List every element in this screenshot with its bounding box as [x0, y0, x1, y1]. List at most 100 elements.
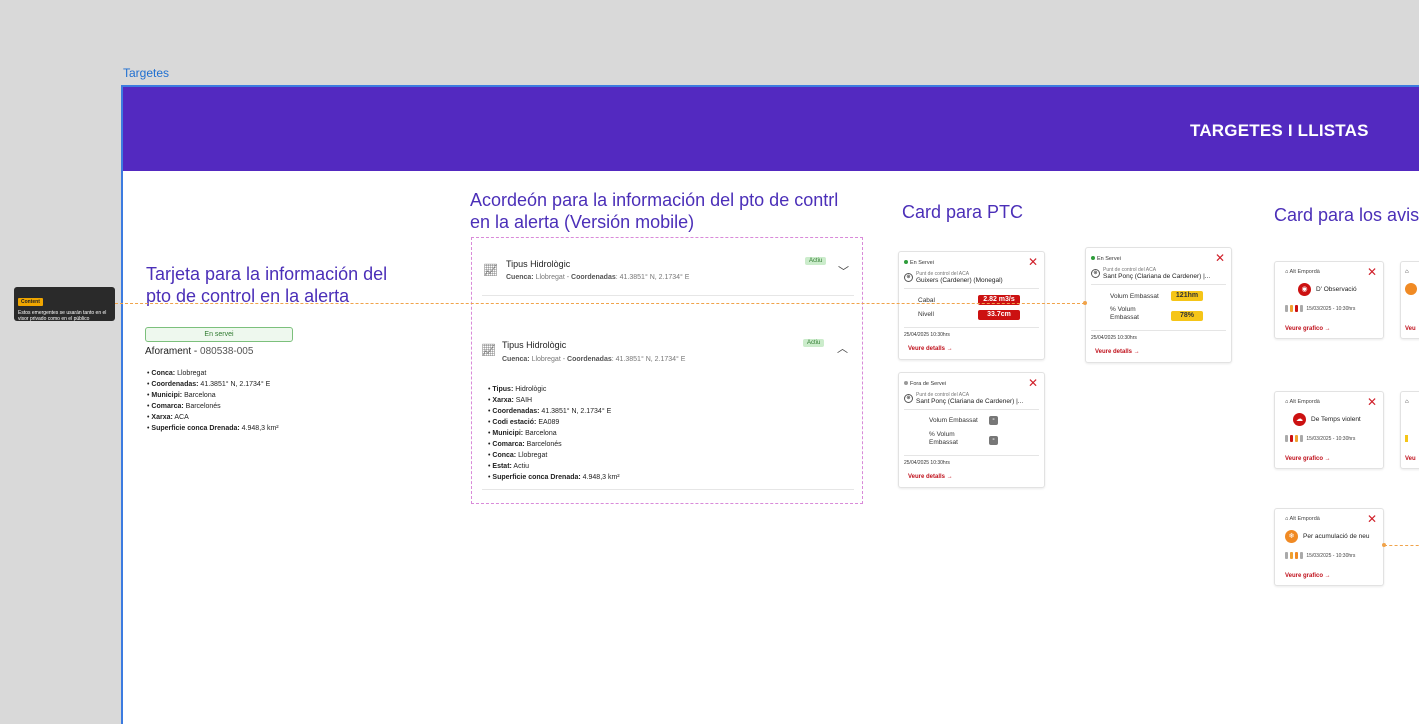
list-item-key: Xarxa: [492, 397, 514, 404]
list-item-value: Actiu [513, 463, 529, 470]
list-item: Comarca: Barcelonés [147, 401, 279, 412]
conca-value: Llobregat [531, 356, 561, 363]
list-item-key: Conca: [492, 452, 517, 459]
divider [1091, 330, 1226, 331]
divider [1091, 284, 1226, 285]
row-label: % Volum Embassat [1110, 306, 1139, 321]
list-item-value: Llobregat [177, 370, 207, 377]
list-item: Superficie conca Drenada: 4.948,3 km² [488, 472, 620, 483]
conca-label: Cuenca: [506, 274, 534, 281]
details-link[interactable]: Veure detalls → [908, 474, 953, 480]
list-item: Municipi: Barcelona [147, 390, 279, 401]
avis-type: ☁ De Temps violent [1293, 413, 1361, 426]
list-item-value: Barcelona [184, 392, 216, 399]
list-item-value: 4.948,3 km² [582, 474, 620, 481]
list-item-value: Barcelonés [185, 403, 221, 410]
divider [904, 455, 1039, 456]
frame-label[interactable]: Targetes [123, 66, 169, 80]
ptc-icon: ⊕ [1091, 269, 1100, 278]
list-item-key: Comarca: [151, 403, 184, 410]
accordion-container: 📈︎ Tipus Hidrològic Cuenca: Llobregat - … [471, 237, 863, 504]
close-icon[interactable]: ✕ [1215, 252, 1225, 264]
avis-icon [1405, 283, 1417, 295]
avis-type: ◉ D' Observació [1298, 283, 1357, 296]
chart-line-icon: 📈︎ [481, 343, 497, 357]
accordion-detail-list: Tipus: HidrològicXarxa: SAIHCoordenadas:… [488, 384, 620, 483]
list-item: Conca: Llobregat [147, 368, 279, 379]
row-label: Volum Embassat [1110, 293, 1159, 300]
details-link-label: Veure detalls [1095, 349, 1133, 355]
avis-card-peek[interactable]: ⌂ Veu [1400, 391, 1419, 469]
details-link[interactable]: Veure detalls → [908, 346, 953, 352]
close-icon[interactable]: ✕ [1367, 513, 1377, 525]
ptc-card-fora-servei[interactable]: Fora de Servei ✕ ⊕ Punt de control del A… [898, 372, 1045, 488]
accordion-title: Tipus Hidrològic [502, 340, 567, 350]
avis-date: 15/03/2025 - 10:30hrs [1306, 305, 1356, 312]
avis-card-temps-violent[interactable]: Alt Empordà ✕ ☁ De Temps violent 15/03/20… [1274, 391, 1384, 469]
avis-card-observacio[interactable]: Alt Empordà ✕ ◉ D' Observació 15/03/2025 … [1274, 261, 1384, 339]
list-item: Coordenadas: 41.3851° N, 2.1734° E [488, 406, 620, 417]
list-item: Comarca: Barcelonés [488, 439, 620, 450]
status-label: Fora de Servei [904, 381, 946, 387]
connector-dot [1083, 301, 1087, 305]
avis-type-text: D' Observació [1316, 286, 1357, 294]
level-bars: 15/03/2025 - 10:30hrs [1285, 305, 1355, 312]
list-item-key: Comarca: [492, 441, 525, 448]
row-label: Nivell [918, 311, 934, 318]
avis-date: 15/03/2025 - 10:30hrs [1306, 552, 1356, 559]
close-icon[interactable]: ✕ [1028, 377, 1038, 389]
artboard-frame: TARGETES I LLISTAS Tarjeta para la infor… [121, 85, 1419, 724]
accordion-subtitle: Cuenca: Llobregat - Coordenadas: 41.3851… [506, 274, 690, 281]
list-item-key: Conca: [151, 370, 176, 377]
avis-card-neu[interactable]: Alt Empordà ✕ ❄ Per acumulació de neu 15/… [1274, 508, 1384, 586]
coord-label: Coordenadas [567, 356, 612, 363]
ptc-card-cabal[interactable]: En Servei ✕ ⊕ Punt de control del ACA Gui… [898, 251, 1045, 360]
status-dot-grey [904, 381, 908, 385]
list-item-value: Llobregat [518, 452, 548, 459]
row-label: % Volum Embassat [929, 431, 958, 446]
level-bars: 15/03/2025 - 10:30hrs [1285, 552, 1355, 559]
active-badge: Actiu [803, 339, 825, 347]
value-badge-red: 33.7cm [978, 310, 1020, 320]
list-item-key: Codi estació: [492, 419, 537, 426]
status-chip: En servei [145, 327, 293, 342]
details-link[interactable]: Veure detalls → [1095, 349, 1140, 355]
accordion-item-expanded[interactable]: 📈︎ Tipus Hidrològic Cuenca: Llobregat - … [481, 330, 854, 500]
chevron-down-icon[interactable]: ﹀ [838, 263, 849, 279]
avis-card-peek[interactable]: ⌂ Veu [1400, 261, 1419, 339]
list-item-key: Tipus: [492, 386, 514, 393]
list-item: Xarxa: SAIH [488, 395, 620, 406]
card-date: 25/04/2025 10:30hrs [904, 460, 950, 466]
ptc-icon: ⊕ [904, 273, 913, 282]
grafico-link[interactable]: Veure grafico → [1285, 573, 1331, 579]
avis-type: ❄ Per acumulació de neu [1285, 530, 1370, 543]
comment-note[interactable]: Content Estos emergentes se usarán tanto… [14, 287, 115, 322]
list-item: Estat: Actiu [488, 461, 620, 472]
close-icon[interactable]: ✕ [1367, 266, 1377, 278]
ptc-name: Sant Ponç (Clariana de Cardener) |... [1103, 273, 1211, 280]
active-badge: Actiu [805, 257, 827, 265]
connector-line [115, 303, 1085, 304]
value-badge-yellow: 78% [1171, 311, 1203, 321]
coord-value: 41.3851° N, 2.1734° E [619, 274, 690, 281]
divider [482, 489, 854, 490]
grafico-link[interactable]: Veure grafico → [1285, 326, 1331, 332]
list-item: Conca: Llobregat [488, 450, 620, 461]
list-item: Codi estació: EA089 [488, 417, 620, 428]
close-icon[interactable]: ✕ [1028, 256, 1038, 268]
grafico-link-label: Veure grafico [1285, 573, 1324, 579]
ptc-name: Guixers (Cardener) (Monegal) [916, 277, 1003, 284]
grafico-link-peek[interactable]: Veu [1405, 326, 1416, 332]
close-icon[interactable]: ✕ [1367, 396, 1377, 408]
chevron-up-icon[interactable]: ︿ [837, 340, 848, 356]
grafico-link-label: Veure grafico [1285, 456, 1324, 462]
grafico-link[interactable]: Veure grafico → [1285, 456, 1331, 462]
ptc-card-embassat[interactable]: En Servei ✕ ⊕ Punt de control del ACA San… [1085, 247, 1232, 363]
accordion-subtitle: Cuenca: Llobregat - Coordenadas: 41.3851… [502, 356, 686, 363]
aforament-heading: Aforament - 080538-005 [145, 346, 254, 357]
accordion-item-collapsed[interactable]: 📈︎ Tipus Hidrològic Cuenca: Llobregat - … [482, 238, 854, 296]
grafico-link-peek[interactable]: Veu [1405, 456, 1416, 462]
conca-value: Llobregat [535, 274, 565, 281]
list-item-value: Barcelonés [526, 441, 562, 448]
location-label: Alt Empordà [1285, 399, 1320, 405]
